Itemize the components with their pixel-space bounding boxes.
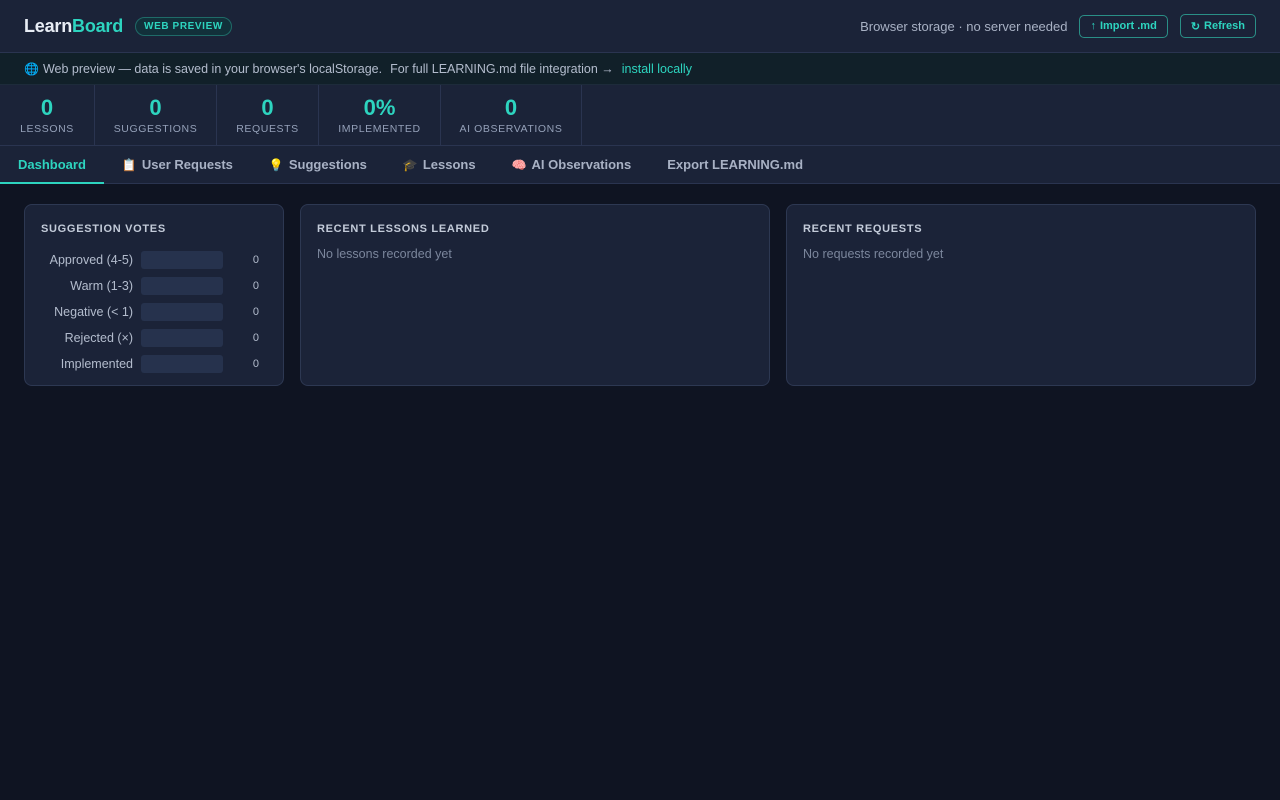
tab-label: User Requests: [141, 157, 233, 172]
tab-ai-observations[interactable]: 🧠 AI Observations: [494, 146, 650, 183]
web-preview-banner: 🌐 Web preview — data is saved in your br…: [0, 53, 1280, 85]
brand: LearnBoard WEB PREVIEW: [24, 16, 232, 37]
vote-count: 0: [252, 306, 259, 318]
vote-row-rejected: Rejected (×) 0: [41, 325, 267, 351]
lightbulb-icon: 💡: [268, 157, 284, 172]
tab-label: Export LEARNING.md: [667, 157, 804, 172]
brain-icon: 🧠: [511, 157, 527, 172]
stat-value: 0: [261, 94, 274, 120]
vote-row-warm: Warm (1-3) 0: [41, 273, 267, 299]
stat-label: LESSONS: [20, 122, 74, 135]
vote-row-implemented: Implemented 0: [41, 351, 267, 377]
tab-export-learning-md[interactable]: Export LEARNING.md: [649, 146, 821, 183]
stat-ai-observations: 0 AI OBSERVATIONS: [441, 85, 582, 145]
stat-lessons: 0 LESSONS: [0, 85, 95, 145]
vote-count: 0: [252, 358, 259, 370]
import-md-label: Import .md: [1099, 20, 1157, 32]
stat-requests: 0 REQUESTS: [217, 85, 319, 145]
clipboard-icon: 📋: [121, 157, 137, 172]
recent-requests-card: RECENT REQUESTS No requests recorded yet: [786, 204, 1256, 386]
card-title: SUGGESTION VOTES: [41, 223, 166, 235]
dashboard-content: SUGGESTION VOTES Approved (4-5) 0 Warm (…: [0, 184, 1280, 406]
stat-value: 0: [504, 94, 518, 120]
vote-label: Warm (1-3): [70, 279, 133, 293]
vote-rows: Approved (4-5) 0 Warm (1-3) 0 Negative (…: [41, 247, 267, 377]
requests-empty-state: No requests recorded yet: [803, 247, 944, 261]
tab-lessons[interactable]: 🎓 Lessons: [385, 146, 494, 183]
logo-board: Board: [72, 15, 124, 36]
stat-label: AI OBSERVATIONS: [459, 122, 563, 135]
globe-icon: 🌐: [24, 61, 39, 76]
vote-count: 0: [252, 280, 259, 292]
banner-text: Web preview — data is saved in your brow…: [42, 61, 383, 76]
stat-value: 0%: [363, 94, 396, 120]
install-locally-link[interactable]: install locally: [622, 62, 692, 76]
vote-bar: [141, 329, 223, 347]
vote-row-negative: Negative (< 1) 0: [41, 299, 267, 325]
app-logo[interactable]: LearnBoard: [24, 16, 123, 37]
tab-dashboard[interactable]: Dashboard: [0, 146, 104, 184]
app-header: LearnBoard WEB PREVIEW Browser storage ·…: [0, 0, 1280, 53]
banner-integration-text: For full LEARNING.md file integration →: [390, 61, 614, 76]
tab-label: Suggestions: [288, 157, 367, 172]
logo-learn: Learn: [24, 15, 73, 36]
vote-label: Approved (4-5): [49, 253, 133, 267]
vote-label: Implemented: [60, 357, 133, 371]
import-md-button[interactable]: ↑ Import .md: [1079, 14, 1168, 38]
vote-bar: [141, 355, 223, 373]
refresh-label: Refresh: [1204, 20, 1245, 32]
header-actions: Browser storage · no server needed ↑ Imp…: [860, 14, 1256, 38]
card-title: RECENT REQUESTS: [803, 223, 923, 235]
tab-label: Dashboard: [18, 157, 86, 172]
stat-value: 0: [149, 94, 162, 120]
tab-user-requests[interactable]: 📋 User Requests: [104, 146, 251, 183]
refresh-icon: ↻: [1190, 20, 1201, 33]
card-title: RECENT LESSONS LEARNED: [317, 223, 490, 235]
stat-suggestions: 0 SUGGESTIONS: [95, 85, 217, 145]
storage-note: Browser storage · no server needed: [860, 18, 1068, 34]
vote-bar: [141, 277, 223, 295]
vote-row-approved: Approved (4-5) 0: [41, 247, 267, 273]
stats-bar: 0 LESSONS 0 SUGGESTIONS 0 REQUESTS 0% IM…: [0, 85, 1280, 146]
vote-bar: [141, 251, 223, 269]
graduation-cap-icon: 🎓: [402, 157, 418, 172]
suggestion-votes-card: SUGGESTION VOTES Approved (4-5) 0 Warm (…: [24, 204, 284, 386]
vote-label: Negative (< 1): [54, 305, 133, 319]
stat-label: SUGGESTIONS: [113, 122, 198, 135]
lessons-empty-state: No lessons recorded yet: [317, 247, 452, 261]
stat-label: REQUESTS: [236, 122, 299, 135]
refresh-button[interactable]: ↻ Refresh: [1179, 14, 1256, 38]
tab-suggestions[interactable]: 💡 Suggestions: [251, 146, 385, 183]
vote-bar: [141, 303, 223, 321]
vote-count: 0: [252, 254, 259, 266]
stat-label: IMPLEMENTED: [338, 122, 421, 135]
vote-count: 0: [252, 332, 259, 344]
recent-lessons-card: RECENT LESSONS LEARNED No lessons record…: [300, 204, 770, 386]
upload-arrow-icon: ↑: [1090, 20, 1096, 32]
web-preview-badge: WEB PREVIEW: [135, 16, 232, 36]
stat-value: 0: [40, 94, 54, 120]
vote-label: Rejected (×): [64, 331, 133, 345]
tab-bar: Dashboard 📋 User Requests 💡 Suggestions …: [0, 146, 1280, 184]
stat-implemented: 0% IMPLEMENTED: [319, 85, 441, 145]
tab-label: AI Observations: [531, 157, 632, 172]
tab-label: Lessons: [422, 157, 476, 172]
